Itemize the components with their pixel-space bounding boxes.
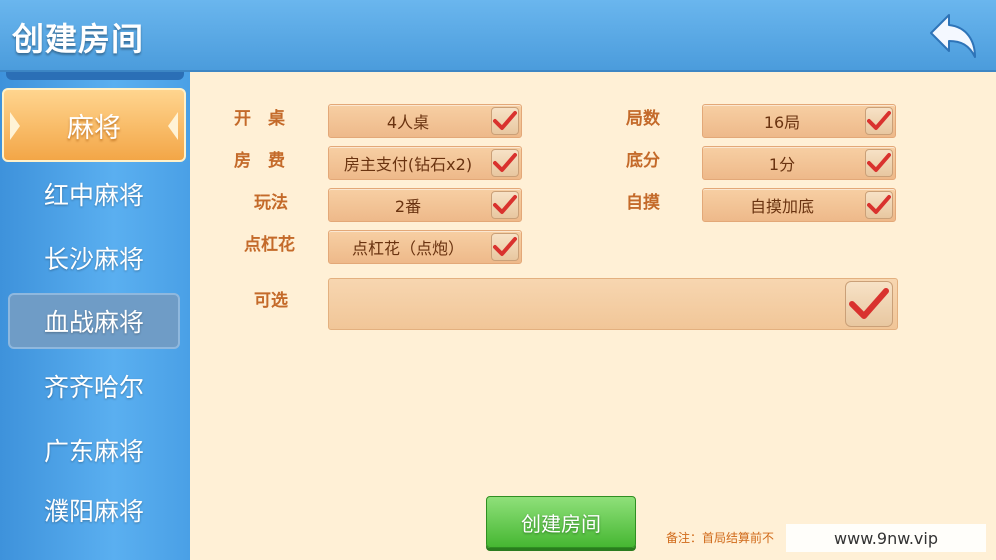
self-draw-label: 自摸 [626, 193, 660, 213]
optional-label: 可选 [254, 291, 288, 311]
footnote: 备注：首局结算前不 [666, 531, 775, 545]
back-button[interactable] [924, 6, 984, 66]
optional-checkbox[interactable] [845, 281, 893, 327]
sidebar-item-label: 濮阳麻将 [43, 497, 144, 526]
play-mode-selector[interactable]: 2番 [328, 188, 522, 222]
header-bar: 创建房间 [0, 0, 996, 72]
sidebar-item-label: 长沙麻将 [43, 245, 144, 274]
self-draw-checkbox[interactable] [865, 191, 893, 219]
sidebar-item-puyang[interactable]: 濮阳麻将 [8, 482, 180, 538]
sidebar-item-label: 齐齐哈尔 [43, 373, 144, 402]
room-fee-selector[interactable]: 房主支付(钻石x2) [328, 146, 522, 180]
checkmark-icon [867, 195, 891, 214]
game-type-sidebar: 麻将 红中麻将 长沙麻将 血战麻将 齐齐哈尔 广东麻将 濮阳麻将 [0, 72, 190, 560]
play-mode-label: 玩法 [254, 193, 288, 213]
table-size-label: 开 桌 [234, 109, 285, 129]
watermark: www.9nw.vip [786, 524, 986, 552]
sidebar-item-label: 红中麻将 [43, 181, 144, 210]
back-arrow-icon [930, 14, 976, 58]
kong-flower-label: 点杠花 [244, 235, 295, 255]
play-mode-checkbox[interactable] [491, 191, 519, 219]
checkmark-icon [867, 153, 891, 172]
sidebar-item-xuezhan[interactable]: 血战麻将 [8, 293, 180, 349]
sidebar-item-changsha[interactable]: 长沙麻将 [8, 230, 180, 286]
optional-rules-box[interactable] [328, 278, 898, 330]
room-settings-panel: 开 桌 4人桌 房 费 房主支付(钻石x2) 玩法 2番 点杠花 点杠花（点炮）… [190, 72, 996, 560]
self-draw-selector[interactable]: 自摸加底 [702, 188, 896, 222]
sidebar-item-hongzhong[interactable]: 红中麻将 [8, 166, 180, 222]
rounds-checkbox[interactable] [865, 107, 893, 135]
checkmark-icon [493, 237, 517, 256]
room-fee-label: 房 费 [234, 151, 285, 171]
rounds-selector[interactable]: 16局 [702, 104, 896, 138]
sidebar-item-mahjong[interactable]: 麻将 [2, 88, 186, 162]
rounds-label: 局数 [626, 109, 660, 129]
table-size-selector[interactable]: 4人桌 [328, 104, 522, 138]
checkmark-icon [493, 111, 517, 130]
sidebar-item-label: 麻将 [67, 112, 121, 144]
sidebar-item-qiqihaer[interactable]: 齐齐哈尔 [8, 358, 180, 414]
sidebar-top-edge [6, 72, 184, 80]
kong-flower-selector[interactable]: 点杠花（点炮） [328, 230, 522, 264]
table-size-checkbox[interactable] [491, 107, 519, 135]
base-score-checkbox[interactable] [865, 149, 893, 177]
room-fee-checkbox[interactable] [491, 149, 519, 177]
base-score-label: 底分 [626, 151, 660, 171]
checkmark-icon [849, 288, 889, 319]
kong-flower-checkbox[interactable] [491, 233, 519, 261]
checkmark-icon [867, 111, 891, 130]
page-title: 创建房间 [12, 20, 145, 58]
base-score-selector[interactable]: 1分 [702, 146, 896, 180]
checkmark-icon [493, 195, 517, 214]
sidebar-item-label: 血战麻将 [43, 308, 144, 337]
sidebar-item-label: 广东麻将 [43, 437, 144, 466]
create-room-button[interactable]: 创建房间 [486, 496, 636, 548]
checkmark-icon [493, 153, 517, 172]
sidebar-item-guangdong[interactable]: 广东麻将 [8, 422, 180, 478]
